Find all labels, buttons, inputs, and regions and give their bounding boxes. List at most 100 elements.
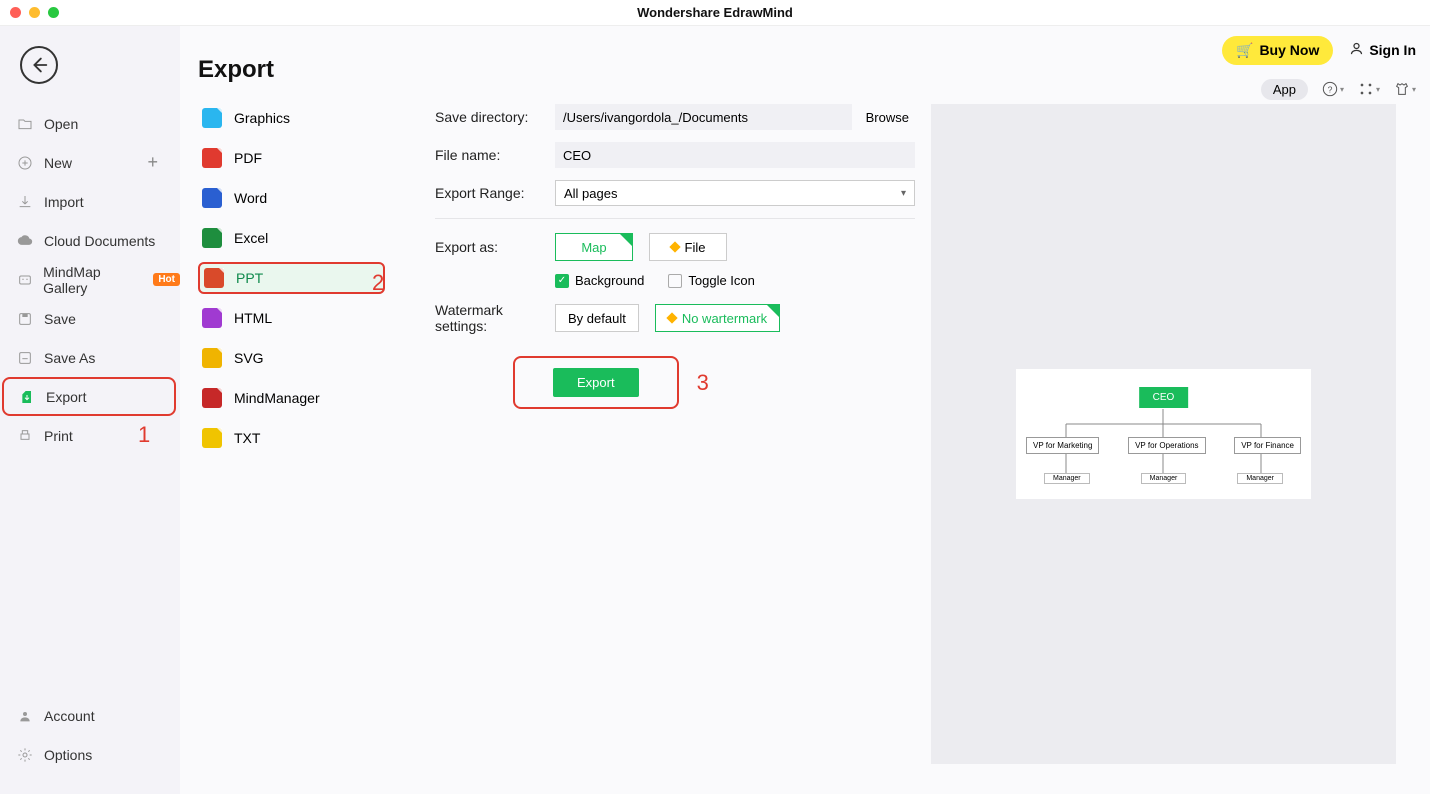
format-item-pdf[interactable]: PDF (198, 142, 395, 174)
grid-icon[interactable]: ▾ (1358, 81, 1380, 97)
export-range-select[interactable]: All pages (555, 180, 915, 206)
export-as-file-button[interactable]: File (649, 233, 727, 261)
annotation-1: 1 (138, 422, 150, 448)
format-label: MindManager (234, 390, 320, 406)
file-label: File (685, 240, 706, 255)
sidebar-item-open[interactable]: Open (0, 104, 180, 143)
format-item-graphics[interactable]: Graphics (198, 102, 395, 134)
new-icon (16, 154, 34, 172)
watermark-default-button[interactable]: By default (555, 304, 639, 332)
sidebar-item-label: Open (44, 116, 78, 132)
sidebar-item-label: Options (44, 747, 92, 763)
print-icon (16, 427, 34, 445)
preview-chart: CEO VP for Marketing VP for Operations V… (1016, 369, 1311, 499)
background-checkbox[interactable]: ✓ Background (555, 273, 644, 288)
main-panel: 🛒 Buy Now Sign In App ? ▾ ▾ ▾ (395, 26, 1430, 794)
save-dir-input[interactable] (555, 104, 852, 130)
buy-now-label: Buy Now (1259, 42, 1319, 58)
checkbox-unchecked-icon (668, 274, 682, 288)
format-item-excel[interactable]: Excel (198, 222, 395, 254)
preview-panel: CEO VP for Marketing VP for Operations V… (931, 104, 1396, 764)
export-range-value: All pages (564, 186, 617, 201)
plus-icon[interactable]: + (147, 152, 158, 173)
sign-in-button[interactable]: Sign In (1349, 41, 1416, 59)
org-root: CEO (1139, 387, 1189, 408)
sidebar-item-options[interactable]: Options (0, 735, 180, 774)
user-icon (1349, 41, 1364, 59)
format-item-txt[interactable]: TXT (198, 422, 395, 454)
watermark-label: Watermark settings: (435, 302, 555, 334)
background-label: Background (575, 273, 644, 288)
format-label: HTML (234, 310, 272, 326)
format-label: TXT (234, 430, 260, 446)
sidebar-item-label: Save As (44, 350, 95, 366)
help-icon[interactable]: ? ▾ (1322, 81, 1344, 97)
file-type-icon (202, 308, 222, 328)
save-icon (16, 310, 34, 328)
file-name-input[interactable] (555, 142, 915, 168)
sidebar-primary: OpenNew+ImportCloud DocumentsMindMap Gal… (0, 26, 180, 794)
format-item-ppt[interactable]: PPT (198, 262, 385, 294)
diamond-icon (669, 241, 680, 252)
browse-button[interactable]: Browse (860, 106, 915, 129)
sidebar-item-label: Print (44, 428, 73, 444)
sidebar-item-import[interactable]: Import (0, 182, 180, 221)
app-chip[interactable]: App (1261, 79, 1308, 100)
close-window-icon[interactable] (10, 7, 21, 18)
hot-badge: Hot (153, 273, 180, 286)
org-small: Manager (1044, 473, 1090, 484)
format-item-mindmanager[interactable]: MindManager (198, 382, 395, 414)
file-type-icon (202, 108, 222, 128)
sidebar-item-new[interactable]: New + (0, 143, 180, 182)
export-button[interactable]: Export (553, 368, 639, 397)
sidebar-item-export[interactable]: Export (2, 377, 176, 416)
sidebar-item-label: MindMap Gallery (43, 264, 143, 296)
org-box: VP for Marketing (1026, 437, 1099, 454)
cart-icon: 🛒 (1236, 42, 1253, 59)
format-label: Word (234, 190, 267, 206)
toggle-icon-label: Toggle Icon (688, 273, 755, 288)
sidebar-item-label: Save (44, 311, 76, 327)
export-icon (18, 388, 36, 406)
format-label: PDF (234, 150, 262, 166)
sidebar-item-cloud-documents[interactable]: Cloud Documents (0, 221, 180, 260)
top-toolbar: 🛒 Buy Now Sign In (1222, 30, 1416, 70)
import-icon (16, 193, 34, 211)
account-icon (16, 707, 34, 725)
sidebar-item-account[interactable]: Account (0, 696, 180, 735)
watermark-none-button[interactable]: No wartermark (655, 304, 780, 332)
top-toolbar-secondary: App ? ▾ ▾ ▾ (1261, 74, 1416, 104)
org-box: VP for Operations (1128, 437, 1205, 454)
minimize-window-icon[interactable] (29, 7, 40, 18)
back-button[interactable] (20, 46, 58, 84)
format-item-svg[interactable]: SVG (198, 342, 395, 374)
open-icon (16, 115, 34, 133)
sidebar-item-save-as[interactable]: Save As (0, 338, 180, 377)
titlebar: Wondershare EdrawMind (0, 0, 1430, 26)
format-label: PPT (236, 270, 263, 286)
export-heading: Export (198, 56, 395, 84)
wm-none-label: No wartermark (682, 311, 767, 326)
sidebar-item-mindmap-gallery[interactable]: MindMap Gallery Hot (0, 260, 180, 299)
export-as-map-button[interactable]: Map (555, 233, 633, 261)
options-icon (16, 746, 34, 764)
diamond-icon (666, 312, 677, 323)
sidebar-item-print[interactable]: Print (0, 416, 180, 455)
window-title: Wondershare EdrawMind (0, 5, 1430, 20)
format-item-word[interactable]: Word (198, 182, 395, 214)
sidebar-item-label: New (44, 155, 72, 171)
sidebar-item-label: Account (44, 708, 95, 724)
annotation-3: 3 (697, 370, 709, 396)
shirt-icon[interactable]: ▾ (1394, 81, 1416, 97)
file-type-icon (202, 428, 222, 448)
maximize-window-icon[interactable] (48, 7, 59, 18)
buy-now-button[interactable]: 🛒 Buy Now (1222, 36, 1333, 65)
file-type-icon (202, 188, 222, 208)
sidebar-item-label: Export (46, 389, 86, 405)
save-dir-label: Save directory: (435, 109, 555, 125)
sidebar-item-save[interactable]: Save (0, 299, 180, 338)
export-form: Save directory: Browse File name: Export… (435, 104, 915, 409)
toggle-icon-checkbox[interactable]: Toggle Icon (668, 273, 755, 288)
format-item-html[interactable]: HTML (198, 302, 395, 334)
mindmap-gallery-icon (16, 271, 33, 289)
